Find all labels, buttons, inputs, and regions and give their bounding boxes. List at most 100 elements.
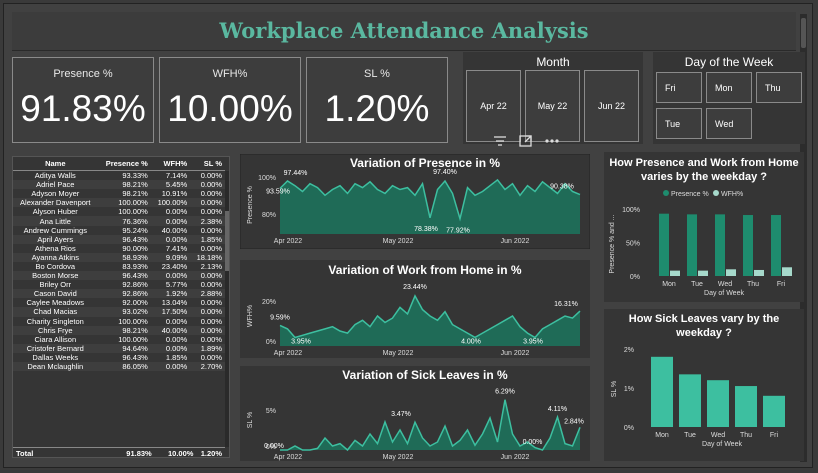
y-axis-title: WFH% bbox=[247, 305, 254, 327]
x-tick-label: Jun 2022 bbox=[501, 454, 530, 461]
cell-name: Adriel Pace bbox=[13, 180, 98, 190]
table-row[interactable]: Adyson Moyer 98.21% 10.91% 0.00% bbox=[13, 189, 225, 198]
table-row[interactable]: Ciara Allison 100.00% 0.00% 0.00% bbox=[13, 335, 225, 344]
table-row[interactable]: Alyson Huber 100.00% 0.00% 0.00% bbox=[13, 207, 225, 216]
bar bbox=[670, 270, 680, 276]
data-label: 0.00% bbox=[523, 439, 543, 446]
x-axis-title: Day of Week bbox=[704, 290, 744, 297]
data-label: 97.44% bbox=[284, 170, 308, 177]
table-row[interactable]: Alexander Davenport 100.00% 100.00% 0.00% bbox=[13, 198, 225, 208]
data-label: 9.59% bbox=[270, 314, 290, 321]
table-row[interactable]: Chad Macias 93.02% 17.50% 0.00% bbox=[13, 307, 225, 317]
x-tick-label: Tue bbox=[684, 432, 696, 439]
x-tick-label: Jun 2022 bbox=[501, 350, 530, 357]
kpi-label: WFH% bbox=[212, 68, 248, 80]
x-tick-label: Tue bbox=[691, 281, 703, 288]
cell-presence: 93.02% bbox=[97, 307, 151, 317]
table-row[interactable]: Charity Singleton 100.00% 0.00% 0.00% bbox=[13, 317, 225, 326]
cell-sl: 2.38% bbox=[190, 216, 225, 226]
bar bbox=[707, 380, 729, 427]
bar bbox=[679, 374, 701, 427]
cell-presence: 83.93% bbox=[122, 261, 148, 271]
more-options-icon[interactable] bbox=[544, 134, 560, 148]
column-header-sl[interactable]: SL % bbox=[190, 157, 225, 171]
column-header-presence[interactable]: Presence % bbox=[97, 157, 151, 171]
bar bbox=[651, 356, 673, 427]
table-row[interactable]: Cristofer Bernard 94.64% 0.00% 1.89% bbox=[13, 343, 225, 353]
sick-leave-variation-chart: Variation of Sick Leaves in %SL %5%0%Apr… bbox=[240, 366, 590, 461]
data-label: 4.11% bbox=[548, 406, 567, 413]
page-scrollbar-thumb[interactable] bbox=[801, 18, 806, 48]
cell-name: Charity Singleton bbox=[26, 316, 84, 326]
cell-name: Alexander Davenport bbox=[13, 198, 98, 208]
table-row[interactable]: Dean Mclaughlin 86.05% 0.00% 2.70% bbox=[13, 361, 225, 372]
table-row[interactable]: Adriel Pace 98.21% 5.45% 0.00% bbox=[13, 180, 225, 190]
focus-mode-icon[interactable] bbox=[518, 134, 534, 148]
column-header-wfh[interactable]: WFH% bbox=[150, 157, 191, 171]
cell-name: Briley Orr bbox=[39, 280, 72, 290]
attendance-table: Name Presence % WFH% SL % Aditya Walls 93… bbox=[12, 156, 230, 458]
kpi-card-wfh: WFH% 10.00% bbox=[159, 57, 301, 143]
table-row[interactable]: Briley Orr 92.86% 5.77% 0.00% bbox=[13, 280, 225, 289]
cell-wfh: 7.14% bbox=[165, 171, 188, 181]
data-label: 3.95% bbox=[291, 339, 311, 346]
table-scrollbar-thumb[interactable] bbox=[225, 211, 229, 271]
table-row[interactable]: Ayanna Atkins 58.93% 9.09% 18.18% bbox=[13, 252, 225, 262]
cell-sl: 2.70% bbox=[190, 361, 225, 372]
bar bbox=[771, 215, 781, 276]
legend-marker bbox=[713, 190, 719, 196]
cell-sl: 0.00% bbox=[200, 352, 222, 362]
column-header-name[interactable]: Name bbox=[13, 157, 98, 171]
x-tick-label: Mon bbox=[662, 281, 676, 288]
bar bbox=[687, 214, 697, 276]
filter-icon[interactable] bbox=[492, 134, 508, 148]
data-label: 6.29% bbox=[495, 389, 515, 396]
data-label: 93.59% bbox=[266, 188, 290, 195]
table-row[interactable]: Chris Frye 98.21% 40.00% 0.00% bbox=[13, 325, 225, 335]
x-tick-label: Fri bbox=[777, 281, 786, 288]
y-tick-label: 80% bbox=[262, 212, 276, 219]
cell-name: April Ayers bbox=[13, 234, 98, 244]
data-label: 0.00% bbox=[264, 443, 284, 450]
cell-wfh: 0.00% bbox=[165, 316, 188, 326]
table-row[interactable]: Aditya Walls 93.33% 7.14% 0.00% bbox=[13, 171, 225, 181]
table-row[interactable]: Boston Morse 96.43% 0.00% 0.00% bbox=[13, 271, 225, 281]
table-header-row: Name Presence % WFH% SL % bbox=[13, 157, 225, 171]
table-row[interactable]: Dallas Weeks 96.43% 1.85% 0.00% bbox=[13, 353, 225, 362]
x-tick-label: Mon bbox=[655, 432, 669, 439]
y-tick-label: 100% bbox=[258, 175, 276, 182]
table-row[interactable]: Ana Little 76.36% 0.00% 2.38% bbox=[13, 216, 225, 226]
cell-wfh: 40.00% bbox=[150, 325, 191, 335]
table-row[interactable]: Cason David 92.86% 1.92% 2.88% bbox=[13, 289, 225, 299]
cell-sl: 0.00% bbox=[200, 280, 222, 290]
cell-presence: 100.00% bbox=[97, 198, 151, 208]
cell-name: Alyson Huber bbox=[32, 207, 78, 217]
data-label: 23.44% bbox=[403, 284, 427, 291]
x-tick-label: Thu bbox=[747, 281, 759, 288]
y-tick-label: 20% bbox=[262, 299, 276, 306]
day-option-tue[interactable]: Tue bbox=[656, 108, 702, 139]
day-option-fri[interactable]: Fri bbox=[656, 72, 702, 103]
table-row[interactable]: Andrew Cummings 95.24% 40.00% 0.00% bbox=[13, 226, 225, 235]
cell-presence: 100.00% bbox=[118, 207, 148, 217]
bar bbox=[754, 269, 764, 276]
cell-wfh: 0.00% bbox=[150, 271, 191, 281]
kpi-card-sl: SL % 1.20% bbox=[306, 57, 448, 143]
day-option-mon[interactable]: Mon bbox=[706, 72, 752, 103]
table-row[interactable]: Caylee Meadows 92.00% 13.04% 0.00% bbox=[13, 298, 225, 307]
cell-name: Dallas Weeks bbox=[32, 352, 79, 362]
chart-title: weekday ? bbox=[675, 327, 732, 339]
table-row[interactable]: Bo Cordova 83.93% 23.40% 2.13% bbox=[13, 262, 225, 271]
table-row[interactable]: Athena Rios 90.00% 7.41% 0.00% bbox=[13, 244, 225, 253]
day-option-thu[interactable]: Thu bbox=[756, 72, 802, 103]
cell-wfh: 0.00% bbox=[165, 207, 188, 217]
month-option-jun[interactable]: Jun 22 bbox=[584, 70, 639, 142]
chart-title: Variation of Sick Leaves in % bbox=[342, 368, 508, 382]
cell-presence: 96.43% bbox=[97, 234, 151, 244]
day-option-wed[interactable]: Wed bbox=[706, 108, 752, 139]
y-tick-label: 0% bbox=[624, 425, 634, 432]
table-row[interactable]: April Ayers 96.43% 0.00% 1.85% bbox=[13, 234, 225, 244]
table-scrollbar[interactable] bbox=[225, 171, 229, 447]
cell-presence: 92.86% bbox=[122, 280, 148, 290]
cell-name: Adyson Moyer bbox=[31, 189, 80, 199]
